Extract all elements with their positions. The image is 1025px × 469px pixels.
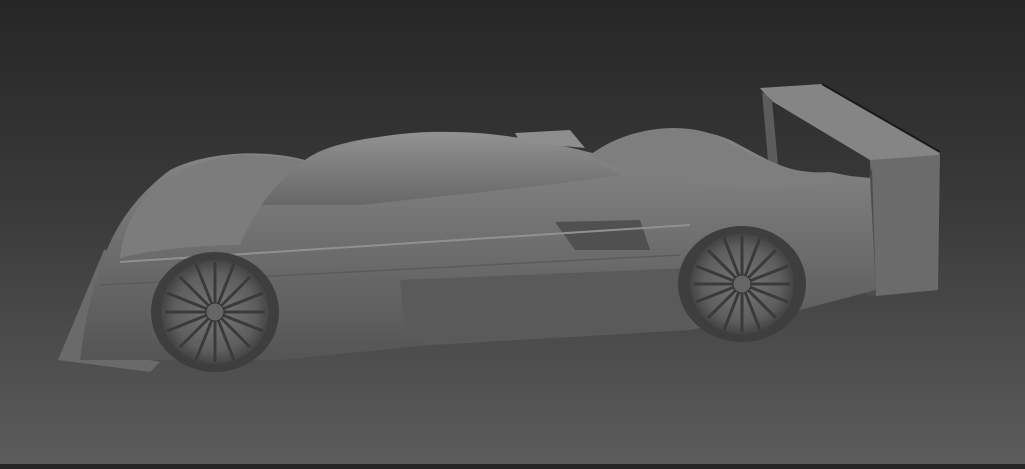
side-pod (400, 268, 690, 345)
3d-viewport[interactable] (0, 0, 1025, 464)
rear-wheel (678, 226, 806, 342)
front-wheel (151, 252, 279, 372)
race-car-render (58, 83, 941, 372)
